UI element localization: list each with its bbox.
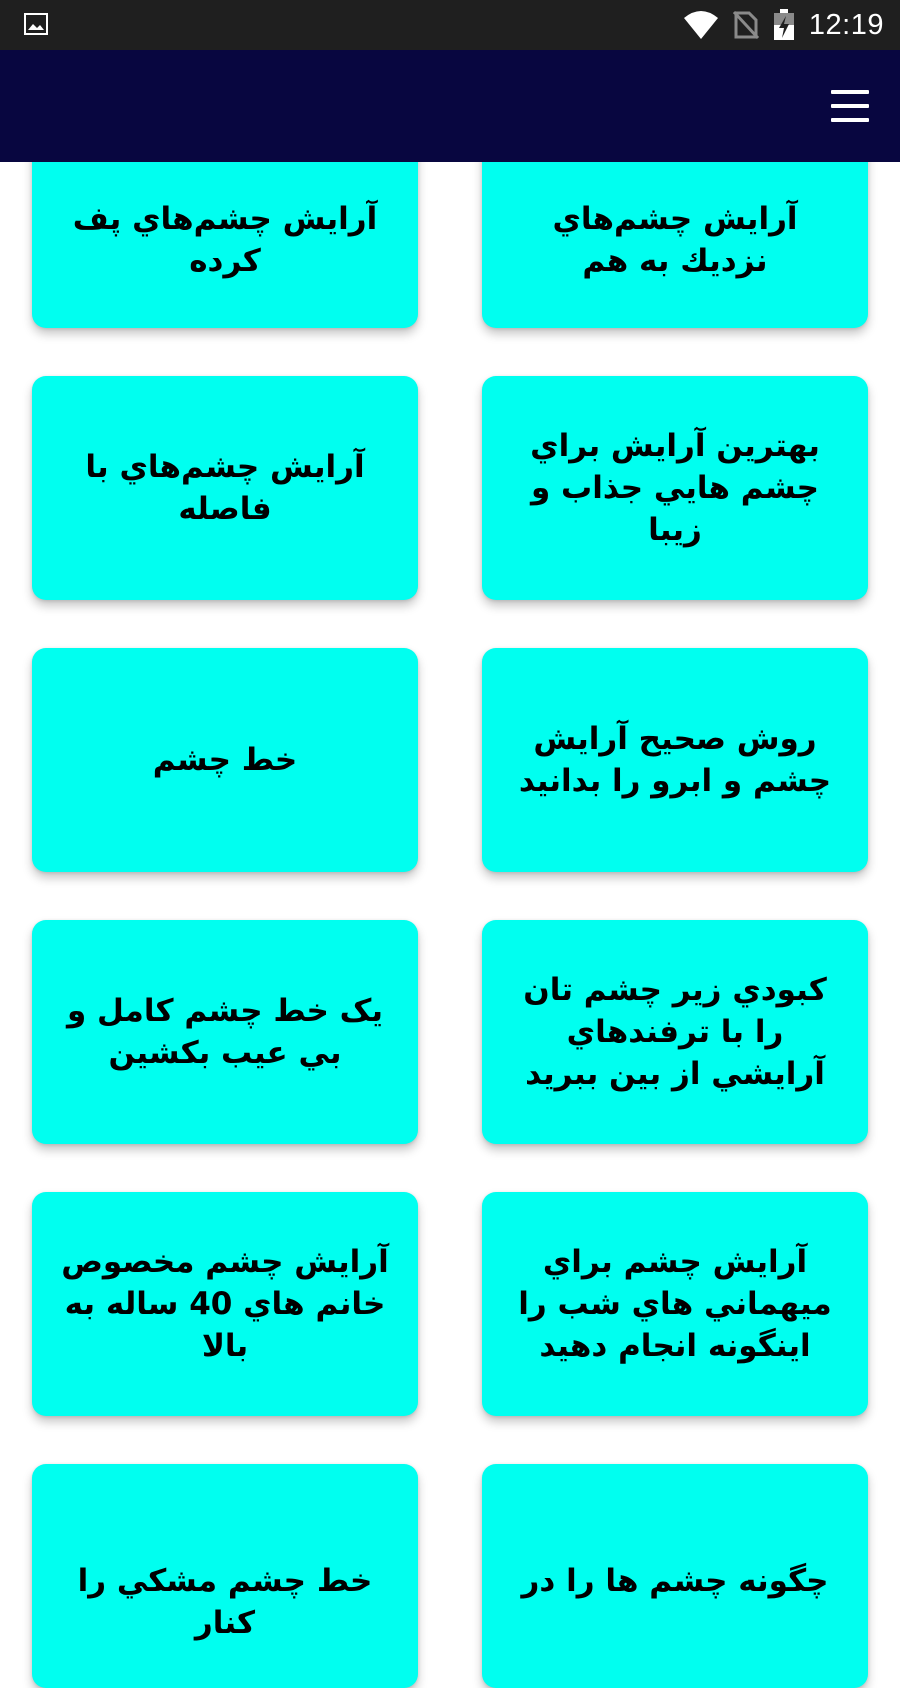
status-bar: 12:19 xyxy=(0,0,900,50)
card-item[interactable]: چگونه چشم ها را در xyxy=(482,1464,868,1688)
status-icons: 12:19 xyxy=(683,0,884,50)
card-item[interactable]: روش صحيح آرايش چشم و ابرو را بدانيد xyxy=(482,648,868,872)
card-item[interactable]: یک خط چشم کامل و بي عيب بکشين xyxy=(32,920,418,1144)
card-item[interactable]: خط چشم مشكي را كنار xyxy=(32,1464,418,1688)
card-label: چگونه چشم ها را در xyxy=(521,1563,829,1599)
card-label: بهترين آرايش براي چشم هايي جذاب و زيبا xyxy=(530,428,820,548)
card-item[interactable]: كبودي زير چشم تان را با ترفندهاي آرايشي … xyxy=(482,920,868,1144)
card-label: آرایش چشم‌هاي نزديك به هم xyxy=(552,201,798,279)
card-label: روش صحيح آرايش چشم و ابرو را بدانيد xyxy=(518,721,832,799)
clock: 12:19 xyxy=(808,8,884,41)
card-label: آرايش چشم براي ميهماني هاي شب را اينگونه… xyxy=(518,1244,832,1364)
article-grid: آرایش چشم‌هاي نزديك به هم آرايش چشم‌هاي … xyxy=(0,0,900,1688)
image-icon xyxy=(24,13,48,35)
battery-charging-icon xyxy=(773,9,794,40)
card-label: كبودي زير چشم تان را با ترفندهاي آرايشي … xyxy=(523,972,827,1092)
card-label: آرايش چشم مخصوص خانم هاي 40 ساله به بالا xyxy=(61,1244,389,1364)
card-label: خط چشم مشكي را كنار xyxy=(77,1563,373,1641)
card-label: خط چشم xyxy=(152,742,298,778)
card-label: آرايش چشم‌هاي با فاصله xyxy=(85,449,365,527)
no-sim-icon xyxy=(732,10,759,40)
card-item[interactable]: آرايش چشم براي ميهماني هاي شب را اينگونه… xyxy=(482,1192,868,1416)
card-item[interactable]: بهترين آرايش براي چشم هايي جذاب و زيبا xyxy=(482,376,868,600)
card-label: یک خط چشم کامل و بي عيب بکشين xyxy=(66,993,384,1071)
wifi-icon xyxy=(683,11,718,39)
card-item[interactable]: آرايش چشم‌هاي با فاصله xyxy=(32,376,418,600)
card-item[interactable]: آرايش چشم مخصوص خانم هاي 40 ساله به بالا xyxy=(32,1192,418,1416)
hamburger-menu-icon[interactable] xyxy=(828,86,872,126)
card-label: آرايش چشم‌هاي پف كرده xyxy=(72,201,378,279)
card-item[interactable]: خط چشم xyxy=(32,648,418,872)
app-bar xyxy=(0,50,900,162)
